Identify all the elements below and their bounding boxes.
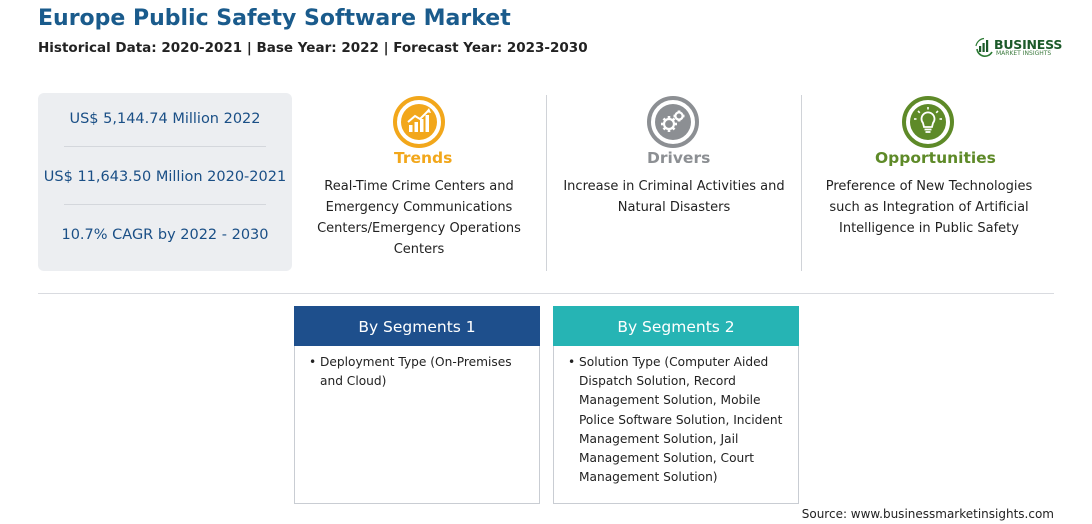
drivers-text: Increase in Criminal Activities and Natu… bbox=[563, 179, 785, 215]
stat-divider bbox=[64, 146, 266, 147]
bar-chart-globe-logo-icon bbox=[975, 37, 993, 57]
segment-2-item: Solution Type (Computer Aided Dispatch S… bbox=[579, 355, 783, 485]
page-subtitle: Historical Data: 2020-2021 | Base Year: … bbox=[38, 40, 588, 56]
segment-card-1: By Segments 1 • Deployment Type (On-Prem… bbox=[294, 306, 540, 504]
stat-divider bbox=[64, 204, 266, 205]
stat-market-size-2022: US$ 5,144.74 Million 2022 bbox=[69, 111, 261, 127]
market-stats-panel: US$ 5,144.74 Million 2022 US$ 11,643.50 … bbox=[38, 93, 292, 271]
bullet-icon: • bbox=[309, 355, 317, 369]
segment-1-list: • Deployment Type (On-Premises and Cloud… bbox=[309, 353, 531, 391]
page-title: Europe Public Safety Software Market bbox=[38, 6, 511, 31]
segment-card-2: By Segments 2 • Solution Type (Computer … bbox=[553, 306, 799, 504]
bullet-icon: • bbox=[568, 355, 576, 369]
column-divider bbox=[801, 95, 802, 271]
segment-2-header: By Segments 2 bbox=[553, 306, 799, 346]
opportunities-heading: Opportunities bbox=[875, 149, 996, 167]
section-divider bbox=[38, 293, 1054, 294]
lightbulb-icon bbox=[902, 96, 954, 148]
drivers-heading: Drivers bbox=[647, 149, 711, 167]
column-divider bbox=[546, 95, 547, 271]
segment-1-header: By Segments 1 bbox=[294, 306, 540, 346]
business-market-insights-logo[interactable]: BUSINESS MARKET INSIGHTS bbox=[974, 36, 1064, 60]
gears-icon bbox=[647, 96, 699, 148]
source-credit: Source: www.businessmarketinsights.com bbox=[801, 507, 1054, 521]
opportunities-text: Preference of New Technologies such as I… bbox=[825, 179, 1033, 236]
stat-market-size-historical: US$ 11,643.50 Million 2020-2021 bbox=[43, 169, 287, 185]
trending-chart-icon bbox=[393, 96, 445, 148]
stat-cagr: 10.7% CAGR by 2022 - 2030 bbox=[61, 227, 269, 243]
trends-heading: Trends bbox=[394, 149, 453, 167]
segment-1-item: Deployment Type (On-Premises and Cloud) bbox=[320, 355, 512, 389]
logo-tagline: MARKET INSIGHTS bbox=[996, 50, 1052, 57]
trends-text: Real-Time Crime Centers and Emergency Co… bbox=[317, 179, 521, 257]
segment-2-list: • Solution Type (Computer Aided Dispatch… bbox=[568, 353, 790, 487]
